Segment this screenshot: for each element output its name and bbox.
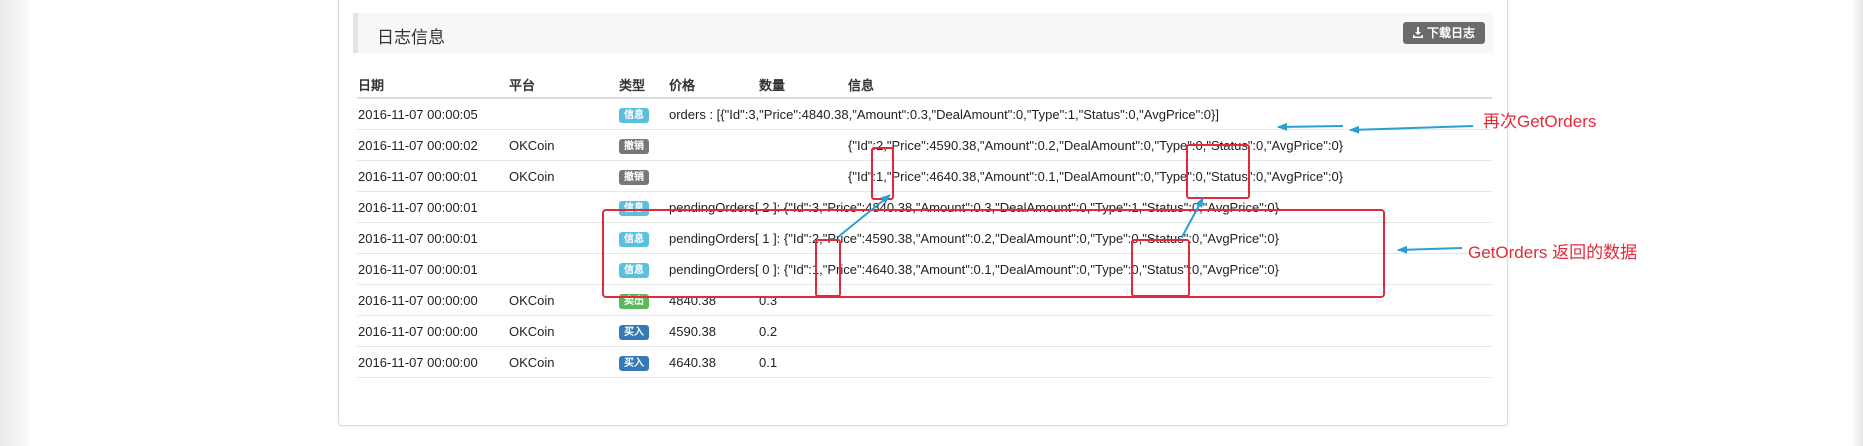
annotation-getorders-returned: GetOrders 返回的数据 bbox=[1468, 243, 1638, 262]
highlight-id-cancel-box bbox=[871, 147, 894, 200]
arrow-again-getorders-2 bbox=[1349, 125, 1474, 134]
arrow-id-link bbox=[837, 194, 891, 238]
arrow-again-getorders-1 bbox=[1277, 122, 1344, 131]
highlight-id-pending-box bbox=[815, 239, 841, 297]
arrow-getorders-returned bbox=[1397, 245, 1463, 254]
annotation-again-getorders: 再次GetOrders bbox=[1483, 112, 1597, 131]
arrow-type-link bbox=[1181, 197, 1204, 238]
highlight-type-cancel-box bbox=[1186, 144, 1250, 199]
highlight-type-pending-box bbox=[1131, 239, 1190, 297]
highlight-pending-orders-box bbox=[602, 209, 1385, 298]
annotation-overlay bbox=[602, 122, 1474, 298]
